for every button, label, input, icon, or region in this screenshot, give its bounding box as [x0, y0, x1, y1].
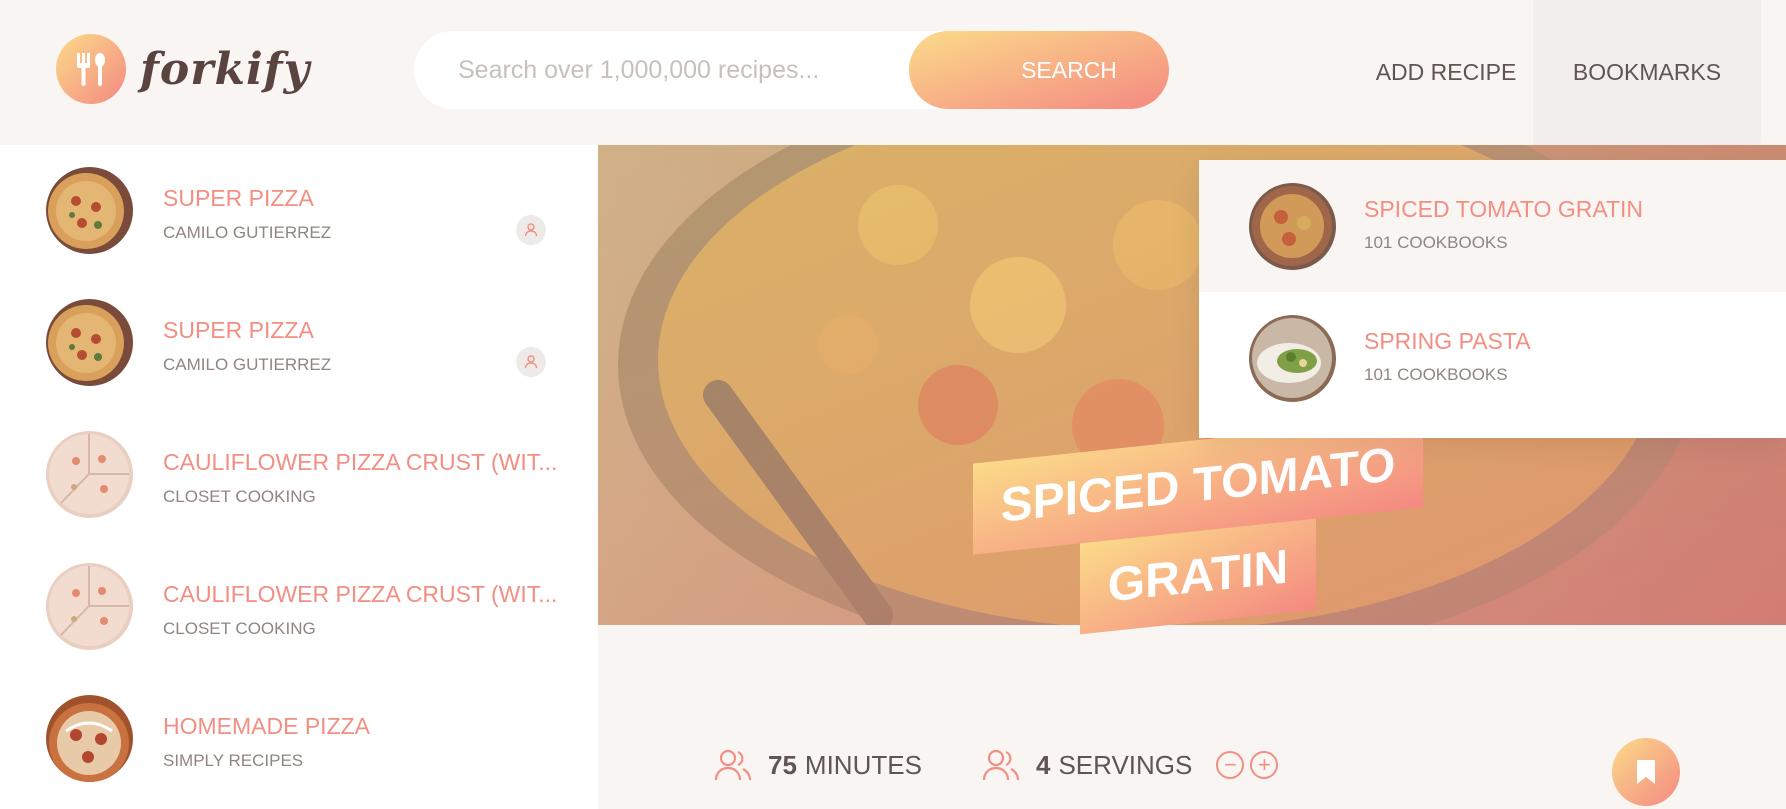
result-title: HOMEMADE PIZZA: [163, 713, 371, 739]
result-title: CAULIFLOWER PIZZA CRUST (WIT...: [163, 581, 558, 607]
bookmark-title: SPICED TOMATO GRATIN: [1364, 196, 1644, 222]
minutes-unit: MINUTES: [804, 749, 922, 780]
clock-icon: [714, 749, 752, 781]
increase-servings-button[interactable]: +: [1250, 751, 1279, 779]
bookmark-image: [1249, 183, 1336, 270]
minutes-value: 75: [768, 749, 797, 780]
user-icon: [516, 215, 546, 245]
result-item[interactable]: CAULIFLOWER PIZZA CRUST (WIT... CLOSET C…: [0, 409, 598, 541]
bookmark-publisher: 101 COOKBOOKS: [1364, 233, 1508, 252]
logo[interactable]: forkify: [56, 34, 310, 104]
bookmark-recipe-button[interactable]: [1612, 738, 1680, 806]
search-button-label: SEARCH: [1021, 56, 1117, 83]
result-image: [46, 695, 133, 782]
decrease-servings-button[interactable]: −: [1216, 751, 1245, 779]
result-item[interactable]: CAULIFLOWER PIZZA CRUST (WIT... CLOSET C…: [0, 541, 598, 673]
user-icon: [516, 347, 546, 377]
result-title: SUPER PIZZA: [163, 317, 314, 343]
servings-value: 4: [1036, 749, 1051, 780]
result-title: CAULIFLOWER PIZZA CRUST (WIT...: [163, 449, 558, 475]
bookmark-icon: [1637, 760, 1655, 784]
bookmark-publisher: 101 COOKBOOKS: [1364, 365, 1508, 384]
cooking-time: 75 MINUTES: [714, 740, 922, 790]
bookmarks-dropdown: SPICED TOMATO GRATIN 101 COOKBOOKS SPRIN…: [1199, 160, 1786, 438]
search-input[interactable]: [458, 31, 908, 109]
result-item[interactable]: SUPER PIZZA CAMILO GUTIERREZ: [0, 145, 598, 277]
result-publisher: CAMILO GUTIERREZ: [163, 355, 332, 374]
search-button[interactable]: SEARCH: [909, 31, 1169, 109]
result-publisher: CAMILO GUTIERREZ: [163, 223, 332, 242]
result-item[interactable]: HOMEMADE PIZZA SIMPLY RECIPES: [0, 673, 598, 805]
result-publisher: CLOSET COOKING: [163, 487, 316, 506]
result-publisher: SIMPLY RECIPES: [163, 751, 304, 770]
result-image: [46, 167, 133, 254]
bookmark-title: SPRING PASTA: [1364, 328, 1531, 354]
result-title: SUPER PIZZA: [163, 185, 314, 211]
servings-unit: SERVINGS: [1058, 749, 1193, 780]
result-image: [46, 431, 133, 518]
recipe-details: 75 MINUTES 4 SERVINGS − +: [714, 740, 1714, 790]
users-icon: [982, 749, 1020, 781]
header: forkify SEARCH ADD RECIPE BOOKMARKS: [0, 0, 1786, 145]
fork-spoon-icon: [56, 34, 126, 104]
result-image: [46, 563, 133, 650]
logo-text: forkify: [140, 43, 311, 95]
search-form: SEARCH: [414, 31, 1169, 109]
result-item[interactable]: SUPER PIZZA CAMILO GUTIERREZ: [0, 277, 598, 409]
bookmark-image: [1249, 315, 1336, 402]
search-results: SUPER PIZZA CAMILO GUTIERREZ SUPER PIZZA…: [0, 145, 598, 809]
servings: 4 SERVINGS − +: [982, 740, 1279, 790]
bookmark-item[interactable]: SPRING PASTA 101 COOKBOOKS: [1199, 292, 1786, 424]
bookmarks-button[interactable]: BOOKMARKS: [1533, 0, 1761, 145]
result-publisher: CLOSET COOKING: [163, 619, 316, 638]
bookmark-item[interactable]: SPICED TOMATO GRATIN 101 COOKBOOKS: [1199, 160, 1786, 292]
add-recipe-button[interactable]: ADD RECIPE: [1360, 0, 1532, 145]
result-image: [46, 299, 133, 386]
